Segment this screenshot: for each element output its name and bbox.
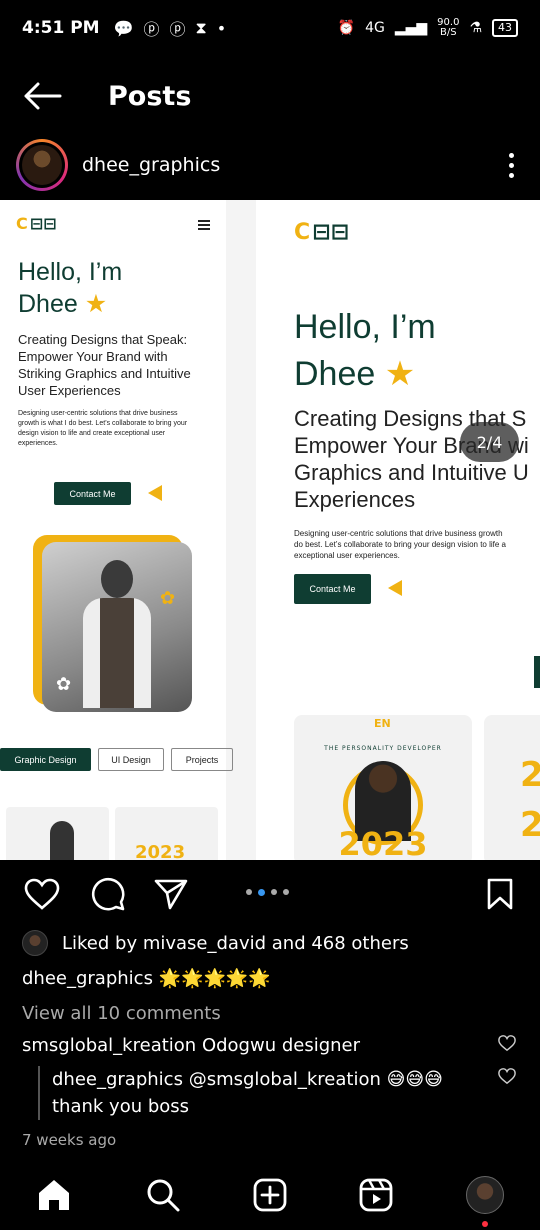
create-post-icon[interactable] <box>253 1178 287 1212</box>
caption-username[interactable]: dhee_graphics <box>22 968 153 989</box>
author-username[interactable]: dhee_graphics <box>82 154 220 176</box>
post-author-row: dhee_graphics <box>0 138 540 192</box>
carousel-counter: 2/4 <box>460 422 519 462</box>
comment-icon[interactable] <box>90 876 126 912</box>
bottom-nav <box>0 1160 540 1230</box>
mock-tab-graphic-design: Graphic Design <box>0 748 91 771</box>
mock-hero-title: Hello, I’m Dhee ★ <box>18 258 123 318</box>
notification-icons: 💬 ⓟ ⓟ ⧗ • <box>114 16 227 40</box>
back-arrow-icon[interactable] <box>22 81 62 111</box>
network-label: 4G <box>365 20 385 36</box>
likes-text: Liked by mivase_david and 468 others <box>62 932 409 954</box>
star-icon: ★ <box>84 290 108 318</box>
network-speed: 90.0 B/S <box>437 17 460 38</box>
comment-like-icon[interactable] <box>498 1034 516 1052</box>
mock-body-text: Designing user-centric solutions that dr… <box>18 410 188 447</box>
mock-button-edge <box>534 656 540 688</box>
notification-dot-icon <box>481 1221 488 1227</box>
hourglass-icon: ⧗ <box>195 18 207 37</box>
like-icon[interactable] <box>24 878 60 910</box>
more-options-icon[interactable] <box>509 152 514 178</box>
flask-icon: ⚗ <box>469 20 482 36</box>
mock-project-card: 2023 <box>115 807 218 860</box>
pinterest-icon-2: ⓟ <box>169 20 186 39</box>
comment-username[interactable]: smsglobal_kreation <box>22 1035 196 1056</box>
reels-icon[interactable] <box>359 1178 393 1212</box>
status-time: 4:51 PM <box>22 18 100 38</box>
en-logo: EN <box>374 717 391 730</box>
chat-icon: 💬 <box>113 18 134 38</box>
hamburger-icon <box>198 220 210 232</box>
header: Posts <box>0 66 540 126</box>
portrait-photo: ✿ ✿ <box>42 542 192 712</box>
reply-username[interactable]: dhee_graphics <box>52 1069 183 1090</box>
comment-item: smsglobal_kreation Odogwu designer <box>22 1035 360 1056</box>
star-icon: ★ <box>384 355 416 393</box>
caption-text: 🌟🌟🌟🌟🌟 <box>158 968 271 989</box>
pinterest-icon: ⓟ <box>143 20 160 39</box>
mobile-mockup: C ⊟⊟ Hello, I’m Dhee ★ Creating Designs t… <box>0 200 233 860</box>
page-title: Posts <box>108 80 192 112</box>
mock-project-card: 2 2 <box>484 715 540 860</box>
post-timestamp: 7 weeks ago <box>22 1131 117 1149</box>
carousel-dots <box>246 889 289 896</box>
reply-text: @smsglobal_kreation 😅😅😅 <box>188 1069 443 1090</box>
mock-tab-projects: Projects <box>171 748 233 771</box>
mock-hero-title: Hello, I’m Dhee ★ <box>294 308 436 393</box>
mock-contact-button: Contact Me <box>54 482 131 505</box>
reply-text-2: thank you boss <box>52 1096 190 1117</box>
brand-logo: C ⊟⊟ <box>16 214 57 233</box>
likes-summary[interactable]: Liked by mivase_david and 468 others <box>22 930 409 956</box>
battery-icon: 43 <box>492 19 518 37</box>
mock-project-card: EN THE PERSONALITY DEVELOPER 2023 <box>294 715 472 860</box>
home-icon[interactable] <box>36 1178 72 1212</box>
avatar <box>22 145 62 185</box>
reply-comment: dhee_graphics @smsglobal_kreation 😅😅😅 th… <box>38 1066 443 1120</box>
mock-subheading: Creating Designs that Speak: Empower You… <box>18 332 191 398</box>
post-image[interactable]: C ⊟⊟ Hello, I’m Dhee ★ Creating Designs t… <box>0 200 540 860</box>
dot-icon: • <box>216 18 227 38</box>
flower-icon: ✿ <box>56 674 72 695</box>
save-icon[interactable] <box>486 878 514 910</box>
status-bar: 4:51 PM 💬 ⓟ ⓟ ⧗ • ⏰ 4G ▂▄▆ 90.0 B/S ⚗ 43 <box>0 0 540 56</box>
triangle-icon <box>148 485 162 501</box>
comment-text: Odogwu designer <box>201 1035 361 1056</box>
search-icon[interactable] <box>145 1177 181 1213</box>
mock-tabs: Graphic Design UI Design Projects <box>0 748 233 771</box>
mock-project-card <box>6 807 109 860</box>
caption: dhee_graphics 🌟🌟🌟🌟🌟 <box>22 968 271 989</box>
view-all-comments-link[interactable]: View all 10 comments <box>22 1003 221 1024</box>
mock-body-text: Designing user-centric solutions that dr… <box>294 529 506 560</box>
mock-tab-ui-design: UI Design <box>98 748 164 771</box>
alarm-icon: ⏰ <box>337 20 356 36</box>
brand-logo: C ⊟⊟ <box>294 220 350 245</box>
story-ring[interactable] <box>16 139 68 191</box>
profile-avatar[interactable] <box>465 1176 504 1227</box>
share-icon[interactable] <box>154 878 188 910</box>
mock-contact-button: Contact Me <box>294 574 371 604</box>
liker-avatar <box>22 930 48 956</box>
triangle-icon <box>388 580 402 596</box>
signal-icon: ▂▄▆ <box>394 20 428 36</box>
desktop-mockup: C ⊟⊟ Hello, I’m Dhee ★ Creating Designs t… <box>256 200 540 860</box>
reply-like-icon[interactable] <box>498 1067 516 1085</box>
flower-icon: ✿ <box>160 588 176 609</box>
